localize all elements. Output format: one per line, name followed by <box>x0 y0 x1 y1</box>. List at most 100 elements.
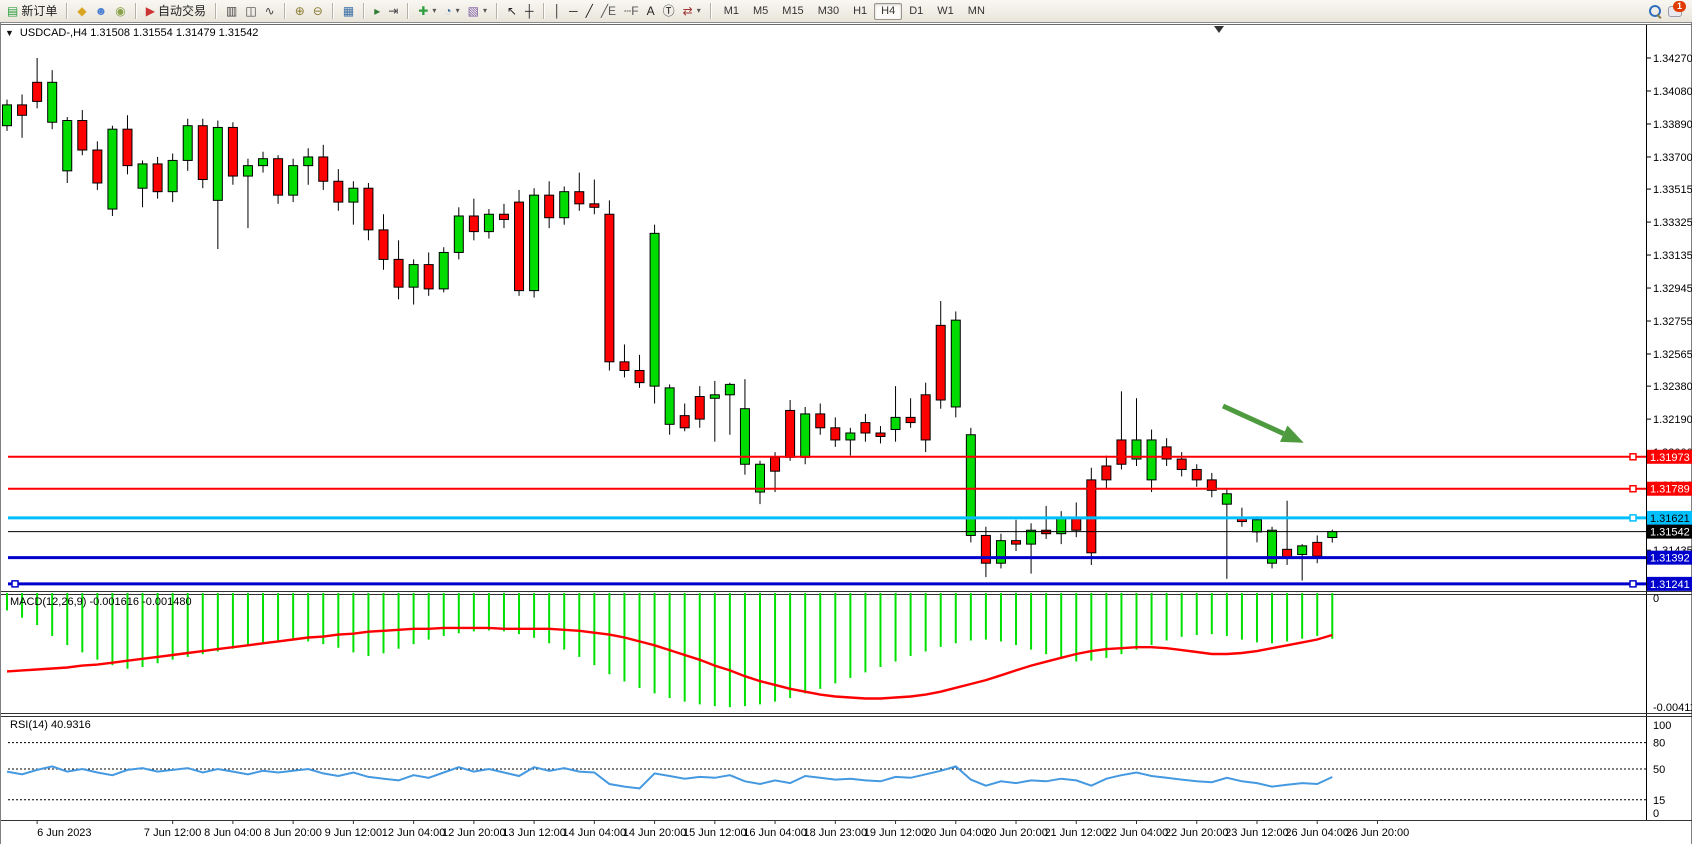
fibonacci-icon: ┄F <box>624 3 639 19</box>
bar-chart-button[interactable]: ▥ <box>222 2 241 20</box>
search-icon[interactable] <box>1648 4 1662 18</box>
candle-body <box>771 457 780 471</box>
candle-body <box>876 433 885 436</box>
trend-arrow-head[interactable] <box>1280 425 1304 442</box>
candle-body <box>48 82 57 122</box>
periods-button[interactable]: ◔▾ <box>440 2 463 20</box>
chevron-down-icon[interactable]: ▾ <box>483 3 487 19</box>
candle-body <box>816 414 825 428</box>
equidistant-channel-button[interactable]: ╱E <box>597 2 620 20</box>
candle-body <box>364 188 373 230</box>
candle-body <box>1298 546 1307 555</box>
templates-button[interactable]: ▧▾ <box>464 2 491 20</box>
tile-windows-button[interactable]: ▦ <box>339 2 358 20</box>
candle-body <box>469 216 478 232</box>
toolbar-separator <box>710 3 712 19</box>
tab-timeframe-m1[interactable]: M1 <box>717 3 746 20</box>
chart-shift-marker[interactable] <box>1214 26 1224 33</box>
candlestick-chart-button[interactable]: ◫ <box>241 2 260 20</box>
candle-body <box>545 195 554 218</box>
candle-body <box>1072 518 1081 530</box>
new-order-button-label: 新订单 <box>21 3 57 19</box>
macd-zero-label: 0 <box>1653 593 1659 605</box>
chevron-down-icon[interactable]: ▾ <box>456 3 460 19</box>
tab-timeframe-d1[interactable]: D1 <box>902 3 930 20</box>
candle-body <box>198 126 207 180</box>
horizontal-line-button[interactable]: ─ <box>565 2 582 20</box>
candle-body <box>575 192 584 204</box>
chart-menu-caret-icon[interactable]: ▼ <box>5 28 14 38</box>
candle-body <box>379 230 388 260</box>
vertical-line-button[interactable]: │ <box>550 2 566 20</box>
auto-scroll-button[interactable]: ▸ <box>370 2 384 20</box>
rsi-axis-label: 0 <box>1653 808 1659 820</box>
tab-timeframe-m5[interactable]: M5 <box>746 3 775 20</box>
arrows-button[interactable]: ⇄▾ <box>679 2 705 20</box>
tab-timeframe-w1[interactable]: W1 <box>930 3 961 20</box>
autotrading-button[interactable]: ▶自动交易 <box>142 2 210 20</box>
price-tick-label: 1.34080 <box>1653 86 1692 98</box>
time-axis-label: 26 Jun 04:00 <box>1285 827 1349 839</box>
candle-body <box>454 216 463 252</box>
candle-body <box>484 214 493 231</box>
chat-icon[interactable]: 1 <box>1668 4 1684 18</box>
candle-body <box>259 159 268 166</box>
price-tick-label: 1.32755 <box>1653 316 1692 328</box>
cursor-button[interactable]: ↖ <box>503 2 521 20</box>
vertical-line-icon: │ <box>554 3 562 19</box>
fibonacci-button[interactable]: ┄F <box>620 2 643 20</box>
styler-icon: ◆ <box>77 3 86 19</box>
text-button[interactable]: A <box>643 2 659 20</box>
horizontal-line-icon: ─ <box>569 3 578 19</box>
tab-timeframe-m15[interactable]: M15 <box>775 3 810 20</box>
price-tick-label: 1.33700 <box>1653 152 1692 164</box>
indicators-button[interactable]: ✚▾ <box>414 2 440 20</box>
time-axis-label: 23 Jun 12:00 <box>1225 827 1289 839</box>
text-label-button[interactable]: Ⓣ <box>659 2 679 20</box>
chevron-down-icon[interactable]: ▾ <box>697 3 701 19</box>
profile-button[interactable]: ☻ <box>91 2 112 20</box>
trend-arrow[interactable] <box>1223 406 1284 434</box>
tab-timeframe-m30[interactable]: M30 <box>811 3 846 20</box>
price-tick-label: 1.32190 <box>1653 414 1692 426</box>
toolbar-separator <box>332 3 334 19</box>
chart-title: USDCAD-,H4 1.31508 1.31554 1.31479 1.315… <box>20 27 259 39</box>
time-axis-label: 15 Jun 12:00 <box>683 827 747 839</box>
candle-body <box>274 159 283 195</box>
line-handle[interactable] <box>1630 581 1636 587</box>
crosshair-button[interactable]: ┼ <box>521 2 538 20</box>
autotrading-button-label: 自动交易 <box>158 3 206 19</box>
chart-shift-button[interactable]: ⇥ <box>384 2 402 20</box>
candle-body <box>123 129 132 165</box>
candle-body <box>605 214 614 362</box>
zoom-in-button[interactable]: ⊕ <box>291 2 309 20</box>
line-chart-button[interactable]: ∿ <box>261 2 279 20</box>
new-order-button[interactable]: ▤新订单 <box>3 2 61 20</box>
price-tick-label: 1.34270 <box>1653 53 1692 65</box>
trendline-button[interactable]: ╱ <box>582 2 597 20</box>
toolbar: ▤新订单 ◆ ☻◉ ▶自动交易 ▥◫∿ ⊕⊖ ▦ ▸⇥ ✚▾◔▾▧▾ ↖┼ │ ─╱╱E┄FAⓉ⇄▾ M… <box>0 0 1692 23</box>
news-button[interactable]: ◉ <box>111 2 129 20</box>
candle-body <box>560 192 569 218</box>
line-handle[interactable] <box>1630 454 1636 460</box>
line-handle[interactable] <box>1630 515 1636 521</box>
chevron-down-icon[interactable]: ▾ <box>432 3 436 19</box>
candle-body <box>951 320 960 407</box>
tab-timeframe-mn[interactable]: MN <box>961 3 992 20</box>
candle-body <box>966 435 975 536</box>
toolbar-separator <box>543 3 545 19</box>
zoom-out-button[interactable]: ⊖ <box>309 2 327 20</box>
candle-body <box>710 395 719 398</box>
tab-timeframe-h4[interactable]: H4 <box>874 3 902 20</box>
time-axis-label: 18 Jun 23:00 <box>803 827 867 839</box>
tab-timeframe-h1[interactable]: H1 <box>846 3 874 20</box>
rsi-axis-label: 100 <box>1653 720 1671 732</box>
line-handle[interactable] <box>12 581 18 587</box>
chart-canvas[interactable]: 1.342701.340801.338901.337001.335151.333… <box>1 23 1692 844</box>
candle-body <box>228 127 237 176</box>
price-badge-label: 1.31789 <box>1650 484 1690 496</box>
line-handle[interactable] <box>1630 486 1636 492</box>
toolbar-separator <box>407 3 409 19</box>
styler-button[interactable]: ◆ <box>73 2 90 20</box>
candle-body <box>801 414 810 457</box>
